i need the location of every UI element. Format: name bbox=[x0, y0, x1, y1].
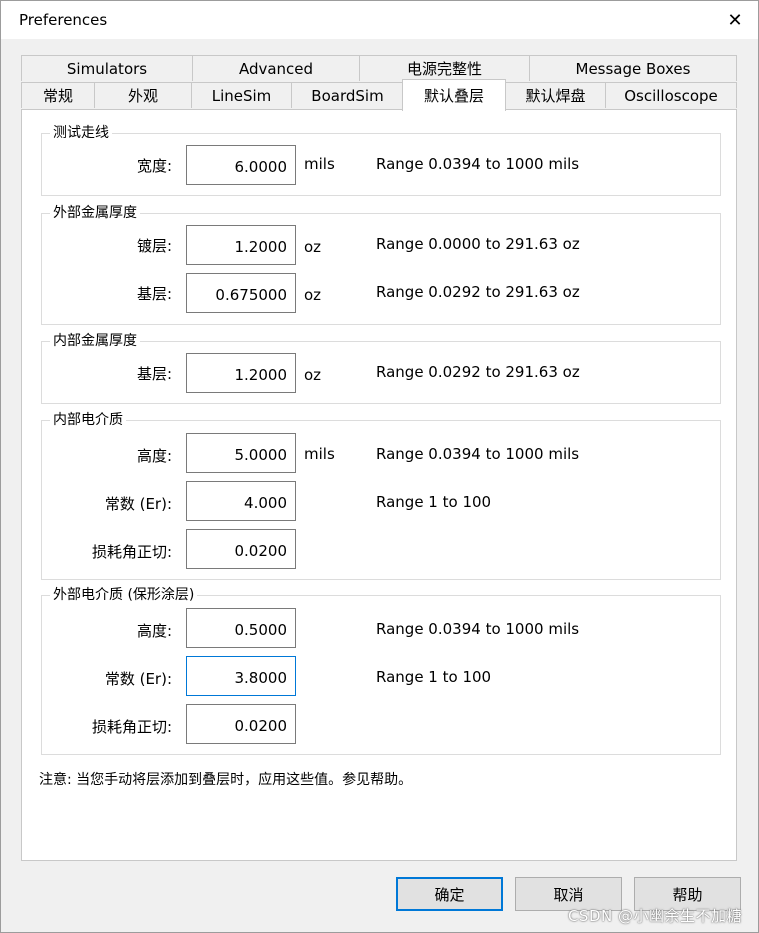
group-inner-metal: 内部金属厚度 基层: oz Range 0.0292 to 291.63 oz bbox=[41, 332, 721, 404]
outer-er-input[interactable] bbox=[186, 656, 296, 696]
tab-label: Message Boxes bbox=[575, 59, 691, 78]
tab-label: 默认焊盘 bbox=[525, 87, 586, 105]
tab-linesim[interactable]: LineSim bbox=[191, 82, 292, 108]
tab-message-boxes[interactable]: Message Boxes bbox=[529, 55, 737, 81]
close-button[interactable]: ✕ bbox=[712, 1, 758, 39]
close-icon: ✕ bbox=[727, 9, 743, 31]
inner-er-label: 常数 (Er): bbox=[104, 495, 172, 513]
plating-range: Range 0.0000 to 291.63 oz bbox=[376, 235, 580, 253]
outer-height-input[interactable] bbox=[186, 608, 296, 648]
group-title: 外部电介质 (保形涂层) bbox=[50, 586, 198, 604]
inner-er-input[interactable] bbox=[186, 481, 296, 521]
tab-panel-default-stackup: 测试走线 宽度: mils Range 0.0394 to 1000 mils … bbox=[21, 109, 737, 861]
window-title: Preferences bbox=[19, 11, 108, 29]
tab-default-padstack[interactable]: 默认焊盘 bbox=[505, 82, 606, 108]
inner-height-input[interactable] bbox=[186, 433, 296, 473]
outer-base-input[interactable] bbox=[186, 273, 296, 313]
tab-advanced[interactable]: Advanced bbox=[192, 55, 360, 81]
tab-label: Oscilloscope bbox=[624, 86, 718, 105]
outer-er-range: Range 1 to 100 bbox=[376, 668, 492, 686]
tab-simulators[interactable]: Simulators bbox=[21, 55, 193, 81]
trace-width-label: 宽度: bbox=[136, 157, 172, 175]
group-title: 测试走线 bbox=[50, 124, 112, 142]
button-label: 确定 bbox=[434, 885, 465, 904]
group-test-trace: 测试走线 宽度: mils Range 0.0394 to 1000 mils bbox=[41, 124, 721, 196]
tab-label: 外观 bbox=[127, 87, 158, 105]
group-title: 外部金属厚度 bbox=[50, 204, 140, 222]
plating-label: 镀层: bbox=[136, 237, 172, 255]
inner-height-range: Range 0.0394 to 1000 mils bbox=[376, 445, 580, 463]
outer-height-label: 高度: bbox=[136, 622, 172, 640]
watermark-text: CSDN @小幽余生不加糖 bbox=[567, 907, 742, 925]
tab-label: BoardSim bbox=[311, 86, 384, 105]
group-title: 内部金属厚度 bbox=[50, 332, 140, 350]
outer-loss-label: 损耗角正切: bbox=[91, 718, 172, 736]
tab-general[interactable]: 常规 bbox=[21, 82, 95, 108]
tab-boardsim[interactable]: BoardSim bbox=[291, 82, 404, 108]
group-outer-metal: 外部金属厚度 镀层: oz Range 0.0000 to 291.63 oz … bbox=[41, 204, 721, 325]
inner-loss-input[interactable] bbox=[186, 529, 296, 569]
outer-base-range: Range 0.0292 to 291.63 oz bbox=[376, 283, 580, 301]
inner-height-label: 高度: bbox=[136, 447, 172, 465]
inner-base-range: Range 0.0292 to 291.63 oz bbox=[376, 363, 580, 381]
ok-button[interactable]: 确定 bbox=[396, 877, 503, 911]
tab-label: LineSim bbox=[211, 86, 272, 105]
trace-width-unit: mils bbox=[304, 155, 335, 173]
tab-oscilloscope[interactable]: Oscilloscope bbox=[605, 82, 737, 108]
outer-base-label: 基层: bbox=[136, 285, 172, 303]
outer-height-range: Range 0.0394 to 1000 mils bbox=[376, 620, 580, 638]
inner-loss-label: 损耗角正切: bbox=[91, 543, 172, 561]
preferences-dialog: Preferences ✕ Simulators Advanced 电源完整性 … bbox=[0, 0, 759, 933]
plating-unit: oz bbox=[304, 238, 322, 256]
inner-base-label: 基层: bbox=[136, 365, 172, 383]
stackup-note: 注意: 当您手动将层添加到叠层时，应用这些值。参见帮助。 bbox=[39, 772, 413, 788]
outer-loss-input[interactable] bbox=[186, 704, 296, 744]
button-label: 取消 bbox=[553, 885, 584, 904]
tab-default-stackup[interactable]: 默认叠层 bbox=[402, 79, 506, 111]
plating-input[interactable] bbox=[186, 225, 296, 265]
title-bar: Preferences ✕ bbox=[1, 1, 758, 39]
trace-width-input[interactable] bbox=[186, 145, 296, 185]
tab-label: 默认叠层 bbox=[423, 87, 484, 105]
outer-er-label: 常数 (Er): bbox=[104, 670, 172, 688]
tab-appearance[interactable]: 外观 bbox=[94, 82, 192, 108]
group-inner-dielectric: 内部电介质 高度: mils Range 0.0394 to 1000 mils… bbox=[41, 411, 721, 580]
outer-base-unit: oz bbox=[304, 286, 322, 304]
trace-width-range: Range 0.0394 to 1000 mils bbox=[376, 155, 580, 173]
inner-base-unit: oz bbox=[304, 366, 322, 384]
group-outer-dielectric: 外部电介质 (保形涂层) 高度: Range 0.0394 to 1000 mi… bbox=[41, 586, 721, 755]
inner-base-input[interactable] bbox=[186, 353, 296, 393]
inner-er-range: Range 1 to 100 bbox=[376, 493, 492, 511]
tab-label: 电源完整性 bbox=[406, 60, 482, 78]
inner-height-unit: mils bbox=[304, 445, 335, 463]
button-label: 帮助 bbox=[672, 885, 703, 904]
tab-power-integrity[interactable]: 电源完整性 bbox=[359, 55, 530, 81]
group-title: 内部电介质 bbox=[50, 411, 126, 429]
tab-label: Simulators bbox=[66, 59, 148, 78]
tab-label: 常规 bbox=[42, 87, 73, 105]
tab-label: Advanced bbox=[238, 59, 314, 78]
